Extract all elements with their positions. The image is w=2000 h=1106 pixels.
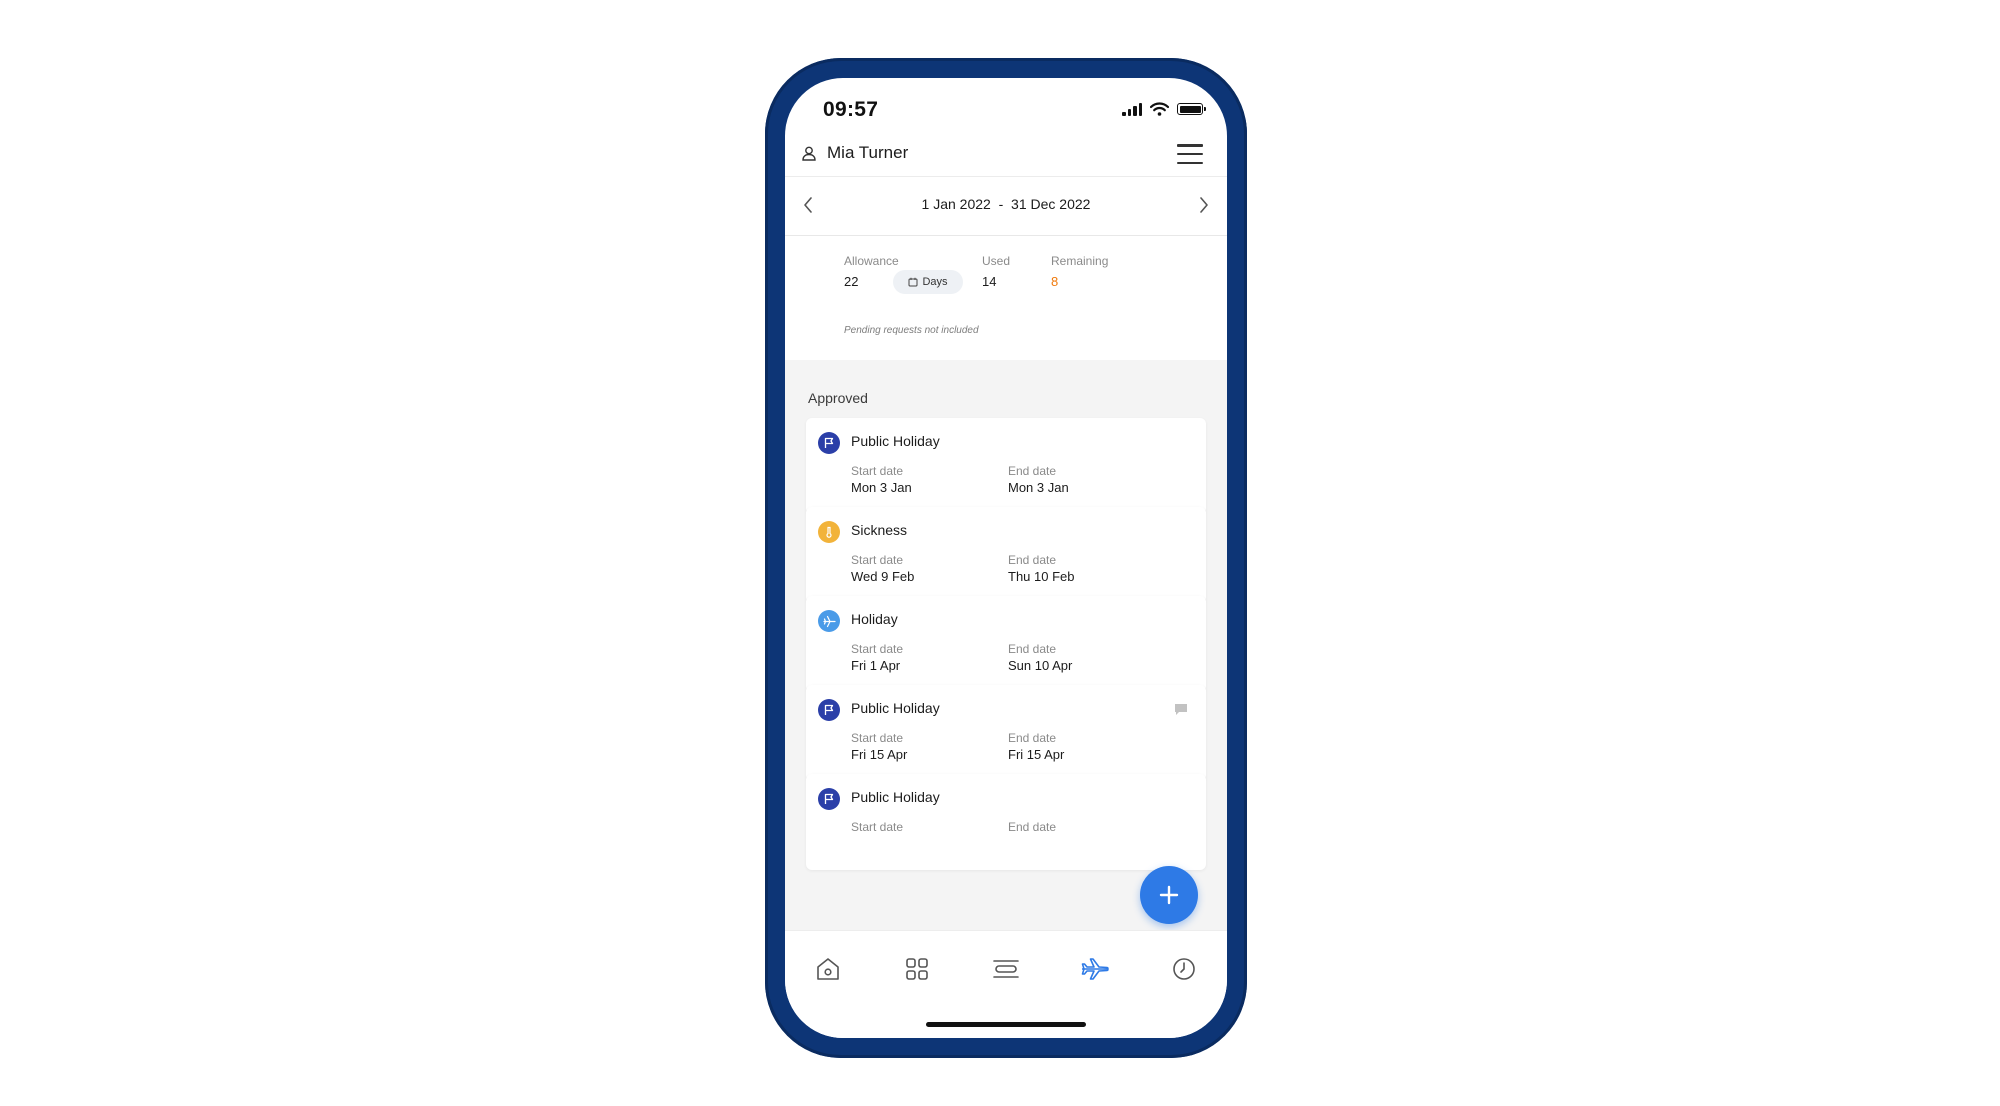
signal-icon: [1122, 102, 1142, 116]
start-date-label: Start date: [851, 820, 904, 834]
allowance-label: Allowance: [844, 254, 899, 268]
allowance-value: 22: [844, 274, 859, 289]
nav-time[interactable]: [1168, 953, 1200, 985]
calendar-icon: [908, 277, 918, 287]
date-range-label: 1 Jan 2022 - 31 Dec 2022: [921, 196, 1091, 212]
plane-icon: [818, 610, 840, 632]
home-indicator: [926, 1022, 1086, 1027]
absence-card[interactable]: Public Holiday Start date End date: [806, 774, 1206, 870]
unit-chip-label: Days: [922, 276, 948, 288]
absence-card[interactable]: Holiday Start date Fri 1 Apr End date Su…: [806, 596, 1206, 692]
nav-apps[interactable]: [901, 953, 933, 985]
absence-type: Sickness: [851, 522, 908, 538]
start-date-label: Start date: [851, 553, 904, 567]
end-date-value: Fri 15 Apr: [1008, 747, 1065, 762]
home-icon: [817, 958, 839, 980]
comment-icon[interactable]: [1174, 703, 1188, 716]
start-date-label: Start date: [851, 464, 904, 478]
chevron-right-icon[interactable]: [1199, 197, 1209, 213]
stage: 09:57 Mia Turner 1 Jan 2022 - 31 Dec 202…: [0, 0, 2000, 1106]
status-time: 09:57: [823, 98, 879, 121]
end-date-value: Thu 10 Feb: [1008, 569, 1075, 584]
thermometer-icon: [818, 521, 840, 543]
allowance-summary: Allowance 22 Days Used 14 Remaining 8 Pe…: [785, 236, 1227, 360]
plus-icon: [1159, 885, 1179, 905]
absence-type: Holiday: [851, 611, 898, 627]
start-date-value: Fri 1 Apr: [851, 658, 901, 673]
start-date-value: Mon 3 Jan: [851, 480, 912, 495]
absence-card[interactable]: Public Holiday Start date Fri 15 Apr End…: [806, 685, 1206, 781]
flag-icon: [818, 699, 840, 721]
end-date-label: End date: [1008, 464, 1057, 478]
date-range-selector: 1 Jan 2022 - 31 Dec 2022: [785, 177, 1227, 236]
hamburger-menu-button[interactable]: [1177, 142, 1203, 166]
end-date-label: End date: [1008, 642, 1057, 656]
nav-timeline[interactable]: [990, 953, 1022, 985]
end-date-value: Mon 3 Jan: [1008, 480, 1069, 495]
remaining-value: 8: [1051, 274, 1059, 289]
remaining-label: Remaining: [1051, 254, 1109, 268]
flag-icon: [818, 788, 840, 810]
absence-list: Approved Public Holiday Start date Mon 3…: [785, 360, 1227, 930]
flag-icon: [818, 432, 840, 454]
end-date-label: End date: [1008, 731, 1057, 745]
end-date-label: End date: [1008, 820, 1057, 834]
timeline-icon: [993, 960, 1019, 978]
end-date-value: Sun 10 Apr: [1008, 658, 1073, 673]
grid-icon: [906, 958, 928, 980]
nav-absence[interactable]: [1079, 953, 1111, 985]
absence-type: Public Holiday: [851, 789, 940, 805]
status-bar: 09:57: [785, 78, 1227, 134]
battery-icon: [1177, 103, 1206, 115]
start-date-label: Start date: [851, 642, 904, 656]
user-name[interactable]: Mia Turner: [827, 143, 908, 163]
end-date-label: End date: [1008, 553, 1057, 567]
add-request-button[interactable]: [1140, 866, 1198, 924]
nav-home[interactable]: [812, 953, 844, 985]
phone-frame: 09:57 Mia Turner 1 Jan 2022 - 31 Dec 202…: [765, 58, 1247, 1058]
absence-card[interactable]: Public Holiday Start date Mon 3 Jan End …: [806, 418, 1206, 514]
phone-screen: 09:57 Mia Turner 1 Jan 2022 - 31 Dec 202…: [785, 78, 1227, 1038]
user-icon[interactable]: [802, 146, 816, 161]
clock-icon: [1173, 958, 1195, 980]
section-title: Approved: [808, 390, 868, 406]
absence-type: Public Holiday: [851, 433, 940, 449]
wifi-icon: [1150, 102, 1169, 116]
status-icons: [1122, 102, 1206, 116]
unit-chip[interactable]: Days: [893, 270, 963, 294]
plane-icon: [1081, 958, 1109, 980]
used-value: 14: [982, 274, 997, 289]
start-date-value: Wed 9 Feb: [851, 569, 915, 584]
absence-card[interactable]: Sickness Start date Wed 9 Feb End date T…: [806, 507, 1206, 603]
absence-type: Public Holiday: [851, 700, 940, 716]
pending-note: Pending requests not included: [844, 325, 979, 336]
app-header: Mia Turner: [785, 134, 1227, 177]
start-date-value: Fri 15 Apr: [851, 747, 908, 762]
start-date-label: Start date: [851, 731, 904, 745]
used-label: Used: [982, 254, 1011, 268]
